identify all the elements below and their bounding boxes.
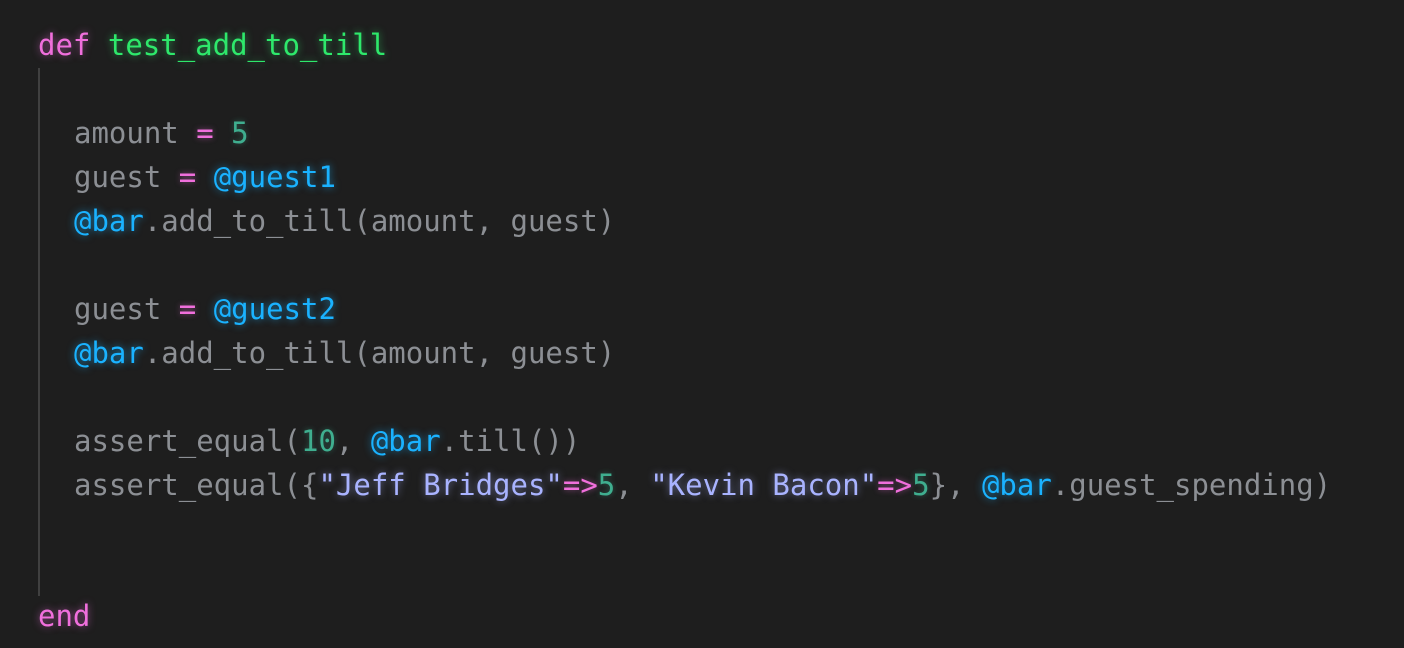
instance-variable: @bar bbox=[74, 204, 144, 238]
code-line-guest1[interactable]: guest = @guest1 bbox=[74, 155, 336, 199]
instance-variable: @guest2 bbox=[213, 292, 336, 326]
assert-call: assert_equal({ bbox=[74, 468, 319, 502]
instance-variable: @bar bbox=[370, 424, 441, 458]
code-line-assert-till[interactable]: assert_equal(10, @bar.till()) bbox=[74, 419, 580, 463]
method-call: .till()) bbox=[440, 424, 581, 458]
code-line-assert-spending[interactable]: assert_equal({"Jeff Bridges"=>5, "Kevin … bbox=[74, 463, 1331, 507]
code-editor[interactable]: def test_add_to_till amount = 5 guest = … bbox=[0, 0, 1404, 648]
hash-close: }, bbox=[929, 468, 982, 502]
code-line-add-to-till-2[interactable]: @bar.add_to_till(amount, guest) bbox=[74, 331, 615, 375]
assign-operator: = bbox=[161, 292, 214, 326]
string-literal: "Kevin Bacon" bbox=[650, 468, 878, 502]
variable-amount: amount bbox=[74, 116, 179, 150]
indent-guide bbox=[38, 68, 40, 596]
instance-variable: @bar bbox=[981, 468, 1052, 502]
separator: , bbox=[615, 468, 651, 502]
code-line-add-to-till-1[interactable]: @bar.add_to_till(amount, guest) bbox=[74, 199, 615, 243]
code-line-end[interactable]: end bbox=[38, 594, 90, 638]
method-call: .add_to_till(amount, guest) bbox=[143, 336, 616, 370]
method-name: test_add_to_till bbox=[107, 28, 388, 62]
number-literal: 5 bbox=[912, 468, 930, 502]
separator: , bbox=[335, 424, 371, 458]
number-literal: 5 bbox=[231, 116, 249, 150]
string-literal: "Jeff Bridges" bbox=[318, 468, 563, 502]
code-line-amount[interactable]: amount = 5 bbox=[74, 111, 249, 155]
hash-arrow: => bbox=[562, 468, 598, 502]
variable-guest: guest bbox=[74, 160, 162, 194]
code-line-def[interactable]: def test_add_to_till bbox=[38, 23, 387, 67]
assert-call: assert_equal( bbox=[74, 424, 301, 458]
method-call: .add_to_till(amount, guest) bbox=[143, 204, 616, 238]
assign-operator: = bbox=[178, 116, 232, 150]
number-literal: 10 bbox=[300, 424, 336, 458]
variable-guest: guest bbox=[74, 292, 162, 326]
keyword-end: end bbox=[38, 599, 91, 633]
code-line-guest2[interactable]: guest = @guest2 bbox=[74, 287, 336, 331]
number-literal: 5 bbox=[597, 468, 616, 502]
instance-variable: @guest1 bbox=[213, 160, 336, 194]
keyword-def: def bbox=[38, 28, 91, 62]
method-call: .guest_spending) bbox=[1051, 468, 1332, 502]
hash-arrow: => bbox=[877, 468, 913, 502]
assign-operator: = bbox=[161, 160, 214, 194]
instance-variable: @bar bbox=[74, 336, 144, 370]
